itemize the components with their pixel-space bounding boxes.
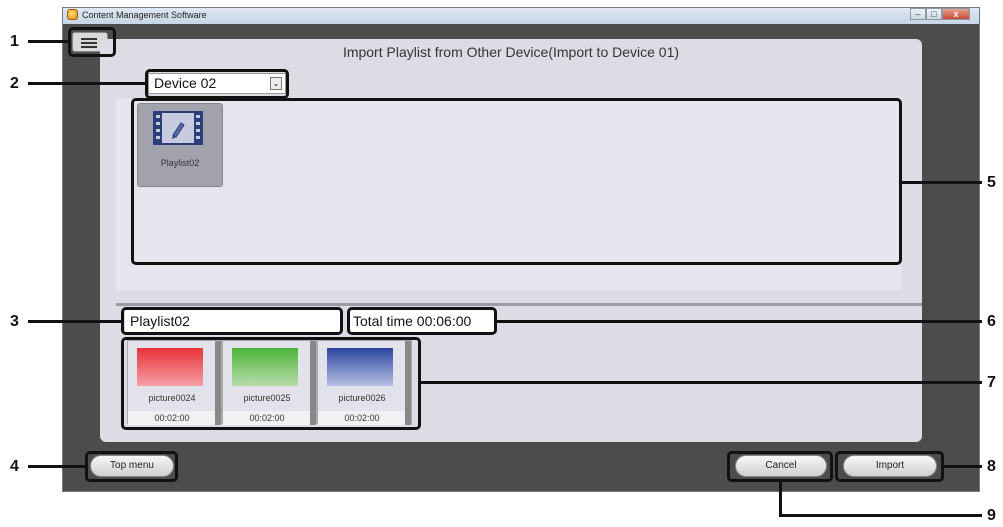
callout-line-9b bbox=[779, 514, 982, 517]
maximize-button[interactable]: □ bbox=[926, 8, 942, 20]
callout-box-2 bbox=[145, 69, 289, 99]
callout-number-6: 6 bbox=[987, 313, 996, 330]
callout-number-5: 5 bbox=[987, 174, 996, 191]
callout-box-1 bbox=[68, 27, 116, 57]
callout-line-7 bbox=[421, 381, 982, 384]
callout-box-7 bbox=[121, 337, 421, 430]
page-title: Import Playlist from Other Device(Import… bbox=[342, 44, 680, 60]
callout-number-9: 9 bbox=[987, 507, 996, 524]
callout-line-5 bbox=[902, 181, 982, 184]
callout-line-2 bbox=[28, 82, 145, 85]
callout-line-4 bbox=[28, 465, 85, 468]
callout-box-9 bbox=[727, 451, 833, 482]
callout-box-8 bbox=[835, 451, 944, 482]
callout-line-3 bbox=[28, 320, 121, 323]
callout-line-1 bbox=[28, 40, 68, 43]
callout-box-5 bbox=[131, 98, 902, 265]
callout-box-6 bbox=[347, 307, 497, 335]
app-icon bbox=[67, 9, 78, 20]
section-divider bbox=[116, 303, 922, 306]
callout-number-7: 7 bbox=[987, 374, 996, 391]
callout-line-9a bbox=[779, 482, 782, 517]
callout-box-4 bbox=[85, 451, 178, 482]
minimize-button[interactable]: – bbox=[910, 8, 926, 20]
callout-number-1: 1 bbox=[10, 33, 19, 50]
callout-line-6 bbox=[497, 320, 982, 323]
callout-box-3 bbox=[121, 307, 343, 335]
callout-number-3: 3 bbox=[10, 313, 19, 330]
close-button[interactable]: x bbox=[942, 8, 970, 20]
callout-number-2: 2 bbox=[10, 75, 19, 92]
window-title: Content Management Software bbox=[82, 10, 207, 20]
callout-number-4: 4 bbox=[10, 458, 19, 475]
callout-number-8: 8 bbox=[987, 458, 996, 475]
callout-line-8 bbox=[944, 465, 982, 468]
